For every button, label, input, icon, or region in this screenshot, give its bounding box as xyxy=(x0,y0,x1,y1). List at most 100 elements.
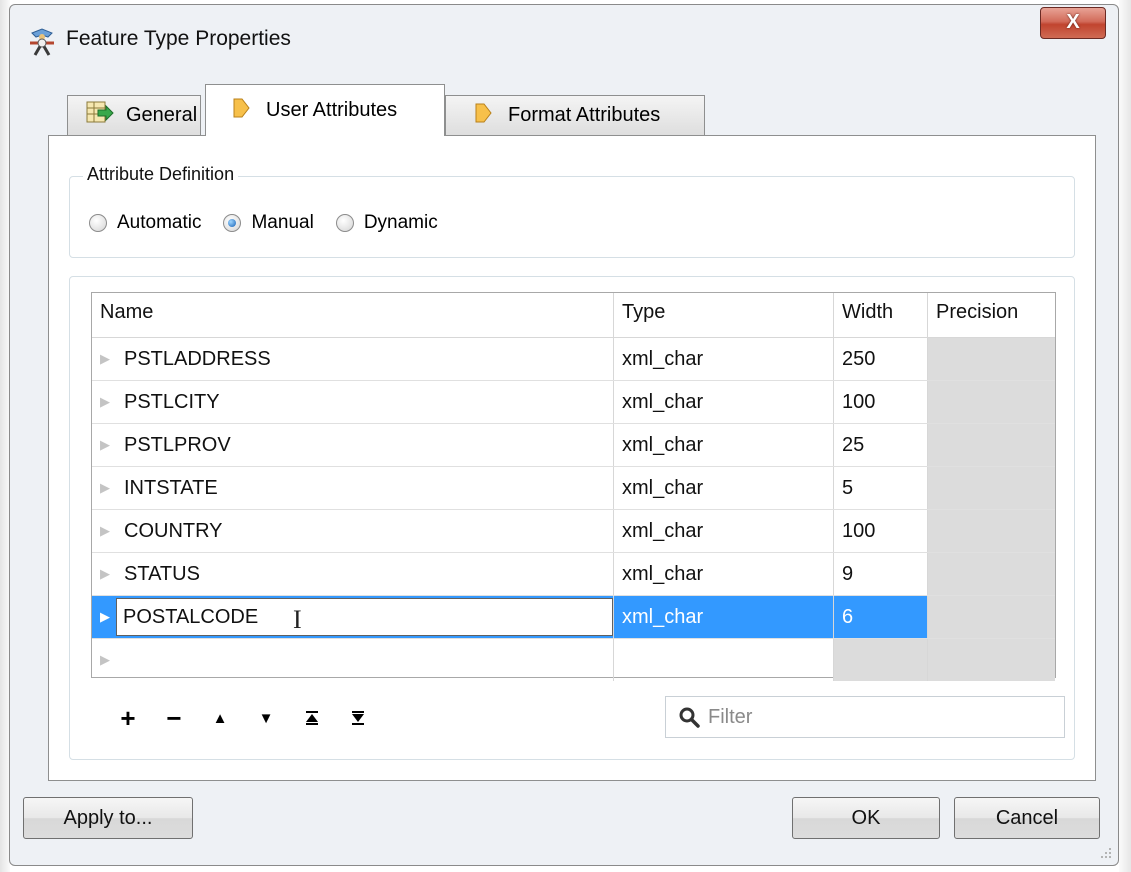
table-row[interactable]: ▶ PSTLPROV xml_char 25 xyxy=(92,424,1055,467)
type-cell[interactable]: xml_char xyxy=(614,338,834,380)
row-expander-icon: ▶ xyxy=(100,652,110,667)
table-row[interactable]: ▶ PSTLADDRESS xml_char 250 xyxy=(92,338,1055,381)
name-cell[interactable]: ▶ xyxy=(92,639,614,681)
table-row[interactable]: ▶ COUNTRY xml_char 100 xyxy=(92,510,1055,553)
table-row[interactable]: ▶ PSTLCITY xml_char 100 xyxy=(92,381,1055,424)
move-to-bottom-button[interactable] xyxy=(335,702,381,734)
radio-manual-label: Manual xyxy=(251,212,314,233)
row-expander-icon: ▶ xyxy=(100,351,110,366)
remove-attribute-button[interactable]: − xyxy=(151,702,197,734)
type-cell[interactable]: xml_char xyxy=(614,510,834,552)
table-row[interactable]: ▶ INTSTATE xml_char 5 xyxy=(92,467,1055,510)
move-up-button[interactable]: ▲ xyxy=(197,702,243,734)
radio-button[interactable] xyxy=(335,214,354,232)
apply-to-button[interactable]: Apply to... xyxy=(23,797,193,839)
name-cell[interactable]: ▶ PSTLCITY xyxy=(92,381,614,423)
radio-button-checked[interactable] xyxy=(223,214,242,232)
ok-button[interactable]: OK xyxy=(792,797,940,839)
tab-format-attributes[interactable]: Format Attributes xyxy=(445,95,705,135)
table-header: Name Type Width Precision xyxy=(92,293,1055,338)
table-row[interactable]: ▶ STATUS xml_char 9 xyxy=(92,553,1055,596)
column-header-width[interactable]: Width xyxy=(834,293,928,337)
radio-automatic[interactable]: Automatic xyxy=(89,212,201,234)
table-arrow-icon xyxy=(86,101,114,131)
add-attribute-button[interactable]: + xyxy=(105,702,151,734)
move-down-button[interactable]: ▼ xyxy=(243,702,289,734)
name-cell[interactable]: ▶ STATUS xyxy=(92,553,614,595)
precision-cell xyxy=(928,338,1055,380)
width-cell[interactable]: 25 xyxy=(834,424,928,466)
move-to-top-icon xyxy=(306,711,318,725)
column-header-type[interactable]: Type xyxy=(614,293,834,337)
width-cell[interactable]: 5 xyxy=(834,467,928,509)
name-value: PSTLADDRESS xyxy=(124,347,271,370)
width-cell xyxy=(834,639,928,681)
name-cell[interactable]: ▶ PSTLPROV xyxy=(92,424,614,466)
attribute-toolbar: + − ▲ ▼ xyxy=(105,702,381,734)
search-icon xyxy=(679,707,700,728)
diamond-arrow-icon xyxy=(474,102,492,130)
precision-cell xyxy=(928,510,1055,552)
name-cell-editing[interactable]: ▶ POSTALCODE I xyxy=(92,596,614,638)
width-cell[interactable]: 250 xyxy=(834,338,928,380)
name-cell[interactable]: ▶ PSTLADDRESS xyxy=(92,338,614,380)
attribute-definition-options: Automatic Manual Dynamic xyxy=(89,212,460,234)
tab-user-attributes[interactable]: User Attributes xyxy=(205,84,445,136)
name-cell[interactable]: ▶ INTSTATE xyxy=(92,467,614,509)
attribute-definition-title: Attribute Definition xyxy=(83,164,239,185)
radio-manual[interactable]: Manual xyxy=(223,212,314,234)
close-button[interactable]: X xyxy=(1040,7,1106,39)
radio-automatic-label: Automatic xyxy=(117,212,202,233)
precision-cell xyxy=(928,553,1055,595)
type-cell[interactable]: xml_char xyxy=(614,467,834,509)
width-cell[interactable]: 100 xyxy=(834,381,928,423)
tab-general-label: General xyxy=(126,104,198,126)
table-row-selected[interactable]: ▶ POSTALCODE I xml_char 6 xyxy=(92,596,1055,639)
row-expander-icon: ▶ xyxy=(100,566,110,581)
row-expander-icon: ▶ xyxy=(100,523,110,538)
filter-box[interactable] xyxy=(665,696,1065,738)
name-value: PSTLCITY xyxy=(124,390,220,413)
name-edit-value: POSTALCODE xyxy=(123,605,259,628)
type-cell[interactable]: xml_char xyxy=(614,424,834,466)
precision-cell xyxy=(928,424,1055,466)
precision-cell xyxy=(928,467,1055,509)
width-cell[interactable]: 6 xyxy=(834,596,928,638)
move-to-top-button[interactable] xyxy=(289,702,335,734)
name-edit-input[interactable]: POSTALCODE I xyxy=(116,598,613,636)
type-cell[interactable]: xml_char xyxy=(614,553,834,595)
type-cell[interactable] xyxy=(614,639,834,681)
diamond-arrow-icon xyxy=(232,97,250,125)
resize-grip-icon[interactable] xyxy=(1098,845,1112,859)
name-cell[interactable]: ▶ COUNTRY xyxy=(92,510,614,552)
text-cursor-icon: I xyxy=(293,605,302,634)
user-attributes-panel: Attribute Definition Automatic Manual Dy… xyxy=(48,135,1096,781)
background-window-edge-right xyxy=(1119,0,1131,872)
radio-dynamic-label: Dynamic xyxy=(363,212,438,233)
name-value: COUNTRY xyxy=(124,519,223,542)
type-cell[interactable]: xml_char xyxy=(614,596,834,638)
attributes-table: Name Type Width Precision ▶ PSTLADDRESS x… xyxy=(91,292,1056,681)
radio-dynamic[interactable]: Dynamic xyxy=(335,212,438,234)
type-cell[interactable]: xml_char xyxy=(614,381,834,423)
column-header-precision[interactable]: Precision xyxy=(928,293,1055,337)
tab-format-attributes-label: Format Attributes xyxy=(508,104,661,126)
width-cell[interactable]: 9 xyxy=(834,553,928,595)
cancel-button[interactable]: Cancel xyxy=(954,797,1100,839)
row-expander-icon: ▶ xyxy=(100,609,110,624)
width-cell[interactable]: 100 xyxy=(834,510,928,552)
filter-input[interactable] xyxy=(706,704,1040,730)
row-expander-icon: ▶ xyxy=(100,394,110,409)
precision-cell xyxy=(928,381,1055,423)
table-row-new[interactable]: ▶ xyxy=(92,639,1055,681)
precision-cell xyxy=(928,639,1055,681)
row-expander-icon: ▶ xyxy=(100,437,110,452)
tab-user-attributes-label: User Attributes xyxy=(266,99,398,121)
dialog-client-area: General User Attributes Format Attribute… xyxy=(48,71,1096,781)
name-value: PSTLPROV xyxy=(124,433,231,456)
tab-general[interactable]: General xyxy=(67,95,201,135)
radio-button[interactable] xyxy=(89,214,107,232)
column-header-name[interactable]: Name xyxy=(92,293,614,337)
row-expander-icon: ▶ xyxy=(100,480,110,495)
move-to-bottom-icon xyxy=(352,711,364,725)
